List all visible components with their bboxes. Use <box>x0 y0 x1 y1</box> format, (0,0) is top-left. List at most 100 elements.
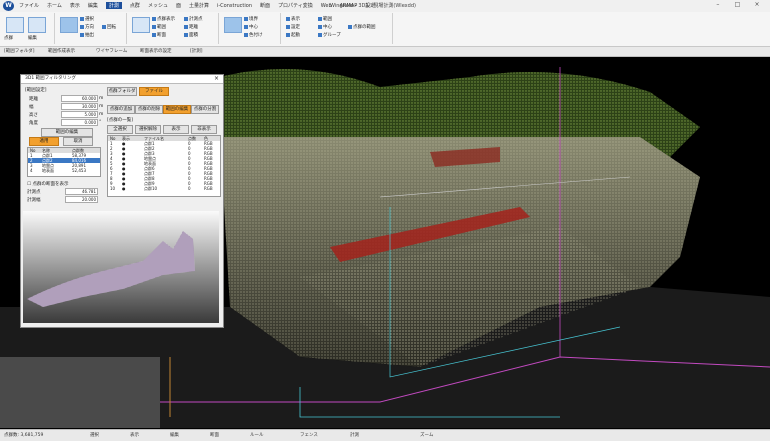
status-item[interactable]: 断面 <box>210 432 219 438</box>
ribbon-item[interactable]: 設定 <box>286 24 300 30</box>
field-unit: m <box>99 104 104 109</box>
menu-item[interactable]: 面 <box>176 2 181 9</box>
pointcloud-big-button[interactable] <box>6 17 24 33</box>
cell: 10 <box>110 186 116 191</box>
section-preview <box>23 211 219 323</box>
distance-field[interactable]: 60.000 <box>61 95 98 102</box>
ribbon-group-5: 表示 設定 起動 範囲 中心 グループ 点群の範囲 <box>282 13 393 44</box>
ribbon-item[interactable]: 中心 <box>318 24 332 30</box>
status-item[interactable]: ルール <box>250 432 264 438</box>
delete-cloud-button[interactable]: 点群の削除 <box>135 105 163 114</box>
hide-button[interactable]: 非表示 <box>191 125 217 134</box>
ribbon-item[interactable]: 計測点 <box>184 16 203 22</box>
layer-list: No 名称 点群数 1 点群1 58,379 2 点群2 84,016 3 地盤… <box>27 147 101 177</box>
ribbon-item[interactable]: 選択 <box>80 16 94 22</box>
menu-item[interactable]: メッシュ <box>148 2 168 9</box>
edit-range-button[interactable]: 範囲の編集 <box>163 105 191 114</box>
boundary-big-button[interactable] <box>224 17 242 33</box>
field-label: 距離 <box>29 97 38 102</box>
ribbon-item[interactable]: 回転 <box>102 24 116 30</box>
show-button[interactable]: 表示 <box>163 125 189 134</box>
subbar-item[interactable]: [計測] <box>190 48 203 54</box>
height-field[interactable]: 5.000 <box>61 111 98 118</box>
field-unit: m <box>99 112 104 117</box>
ribbon-group-1: 点群 編集 <box>2 13 55 44</box>
tab-folder[interactable]: 点群フォルダ <box>107 87 137 96</box>
field-unit: ° <box>99 120 102 125</box>
filter-dialog: 3D1 範囲フィルタリング × [範囲設定] 距離 60.000 m 幅 30.… <box>20 74 224 328</box>
window-controls: – □ × <box>709 1 766 8</box>
point-count: 点群数: 3,681,759 <box>4 433 44 438</box>
measure-label: 計測幅 <box>27 198 41 203</box>
ribbon-item[interactable]: 距離 <box>184 24 198 30</box>
subbar-item[interactable]: ワイヤフレーム <box>96 48 127 54</box>
menu-item[interactable]: 断面 <box>260 2 270 9</box>
status-bar: 点群数: 3,681,759 選択 表示 編集 断面 ルール フェンス 計測 ズ… <box>0 429 770 441</box>
measure-label: 計測点 <box>27 190 41 195</box>
tab-file[interactable]: ファイル <box>139 87 169 96</box>
subbar-item[interactable]: 断面表示の設定 <box>140 48 172 54</box>
measure-point-field[interactable]: 46.781 <box>65 188 98 195</box>
subsection-label: [点群の一覧] <box>107 118 134 123</box>
status-item[interactable]: 計測 <box>350 432 359 438</box>
menu-item[interactable]: 編集 <box>88 2 98 9</box>
menu-item[interactable]: ホーム <box>47 2 62 9</box>
ribbon-item[interactable]: 境界 <box>244 16 258 22</box>
field-label: 幅 <box>29 105 34 110</box>
deselect-button[interactable]: 選択解除 <box>135 125 161 134</box>
field-label: 角度 <box>29 121 38 126</box>
subbar-item[interactable]: [範囲フォルダ] <box>4 48 35 54</box>
ribbon-item[interactable]: 抽出 <box>80 32 94 38</box>
width-field[interactable]: 30.000 <box>61 103 98 110</box>
menu-item[interactable]: 土量計算 <box>189 2 209 9</box>
field-unit: m <box>99 96 104 101</box>
subbar-item[interactable]: 範囲作成表示 <box>48 48 75 54</box>
menu-item[interactable]: ファイル <box>19 2 39 9</box>
status-item[interactable]: 選択 <box>90 432 99 438</box>
menu-item[interactable]: 計測 <box>105 2 122 9</box>
apply-button[interactable]: 適用 <box>29 137 59 146</box>
display-big-button[interactable] <box>132 17 150 33</box>
ribbon-item[interactable]: 断面 <box>152 32 166 38</box>
status-item[interactable]: フェンス <box>300 432 318 438</box>
ribbon-item[interactable]: 起動 <box>286 32 300 38</box>
ribbon-item[interactable]: 中心 <box>244 24 258 30</box>
cancel-button[interactable]: 取消 <box>63 137 93 146</box>
add-cloud-button[interactable]: 点群の追加 <box>107 105 135 114</box>
checkbox-label: 点群の断面を表示 <box>32 182 69 187</box>
menu-item[interactable]: i-Construction <box>217 3 252 9</box>
close-icon[interactable]: × <box>748 1 766 8</box>
status-item[interactable]: 表示 <box>130 432 139 438</box>
angle-field[interactable]: 0.000 <box>61 119 98 126</box>
status-item[interactable]: 編集 <box>170 432 179 438</box>
minimize-icon[interactable]: – <box>709 1 727 8</box>
ribbon-item[interactable]: 表示 <box>286 16 300 22</box>
edit-big-button[interactable] <box>28 17 46 33</box>
menu-item[interactable]: 表示 <box>70 2 80 9</box>
checkbox-show-section[interactable]: ☐ 点群の断面を表示 <box>27 181 68 187</box>
menu-item[interactable]: 点群 <box>130 2 140 9</box>
sub-toolbar: [範囲フォルダ] 範囲作成表示 ワイヤフレーム 断面表示の設定 [計測] <box>0 47 770 57</box>
window-title: Wingfield - 3D1 : 現場計測(Wlexdd) <box>330 3 416 9</box>
ribbon-item[interactable]: 面積 <box>184 32 198 38</box>
dialog-title-text: 3D1 範囲フィルタリング <box>25 76 77 81</box>
ribbon-label: 点群 <box>4 36 13 41</box>
range-edit-button[interactable]: 範囲の編集 <box>41 128 93 137</box>
measure-width-field[interactable]: 20.000 <box>65 196 98 203</box>
table-row[interactable]: 10 ● 点群10 0 RGB <box>108 186 220 191</box>
ribbon-item[interactable]: 方向 <box>80 24 94 30</box>
menu-item[interactable]: プロパティ変換 <box>278 2 313 9</box>
ribbon-item[interactable]: 点群表示 <box>152 16 175 22</box>
ribbon-item[interactable]: 範囲 <box>318 16 332 22</box>
ribbon-item[interactable]: 点群の範囲 <box>348 24 376 30</box>
maximize-icon[interactable]: □ <box>728 1 746 8</box>
split-cloud-button[interactable]: 点群の分割 <box>191 105 219 114</box>
select-big-button[interactable] <box>60 17 78 33</box>
ribbon-label: 編集 <box>28 36 37 41</box>
ribbon-item[interactable]: 範囲 <box>152 24 166 30</box>
ribbon-item[interactable]: グループ <box>318 32 341 38</box>
list-item[interactable]: 4 地表面 52,453 <box>28 168 100 173</box>
select-all-button[interactable]: 全選択 <box>107 125 133 134</box>
close-icon[interactable]: × <box>214 75 219 83</box>
ribbon-item[interactable]: 色付け <box>244 32 263 38</box>
